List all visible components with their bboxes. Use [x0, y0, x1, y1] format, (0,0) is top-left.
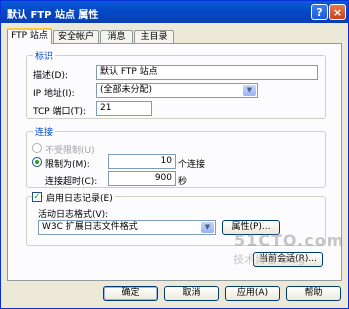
cancel-button[interactable]: 取消 — [164, 286, 219, 301]
tcp-port-label: TCP 端口(T): — [33, 107, 87, 117]
help-icon[interactable]: ? — [311, 4, 328, 20]
description-input[interactable]: 默认 FTP 站点 — [96, 65, 318, 80]
watermark-logo: 51CTO.com — [234, 231, 345, 250]
tab-ftp-site[interactable]: FTP 站点 — [7, 28, 52, 44]
watermark-blog: 技术博客 Blog — [233, 253, 305, 266]
log-format-label: 活动日志格式(V): — [38, 210, 109, 220]
radio-selected-dot — [35, 160, 39, 164]
connection-group-title: 连接 — [33, 125, 56, 138]
unlimited-label: 不受限制(U) — [45, 146, 95, 156]
connection-limit-unit: 个连接 — [178, 160, 206, 170]
ip-address-value: (全部未分配) — [100, 85, 153, 95]
tab-messages[interactable]: 消息 — [100, 30, 133, 43]
help-button[interactable]: 帮助 — [286, 286, 341, 301]
close-icon[interactable]: × — [329, 4, 346, 20]
window-title: 默认 FTP 站点 属性 — [7, 10, 99, 21]
log-format-dropdown[interactable]: W3C 扩展日志文件格式 ▼ — [38, 220, 216, 235]
ok-button[interactable]: 确定 — [103, 286, 158, 301]
chevron-down-icon[interactable]: ▼ — [201, 222, 214, 233]
ip-address-label: IP 地址(I): — [33, 89, 75, 99]
chevron-down-icon[interactable]: ▼ — [243, 85, 256, 96]
timeout-unit: 秒 — [178, 177, 188, 187]
enable-logging-checkbox[interactable]: ✓ — [32, 192, 42, 202]
log-format-value: W3C 扩展日志文件格式 — [42, 222, 138, 232]
tab-security-accounts[interactable]: 安全帐户 — [53, 30, 99, 43]
identity-group-title: 标识 — [33, 49, 56, 62]
ip-address-dropdown[interactable]: (全部未分配) ▼ — [96, 83, 258, 98]
limited-radio[interactable] — [32, 157, 42, 167]
enable-logging-label: 启用日志记录(E) — [44, 191, 115, 204]
tab-home-directory[interactable]: 主目录 — [134, 30, 174, 43]
description-label: 描述(D): — [33, 71, 68, 81]
limited-label: 限制为(M): — [45, 160, 90, 170]
title-bar[interactable]: 默认 FTP 站点 属性 ? × — [1, 1, 348, 23]
timeout-input[interactable]: 900 — [108, 171, 176, 186]
connection-limit-input[interactable]: 10 — [108, 154, 176, 169]
properties-dialog: 默认 FTP 站点 属性 ? × FTP 站点 安全帐户 消息 主目录 标识 描… — [0, 0, 349, 309]
tcp-port-input[interactable]: 21 — [96, 101, 152, 116]
unlimited-radio[interactable] — [32, 143, 42, 153]
timeout-label: 连接超时(C): — [45, 177, 98, 187]
apply-button[interactable]: 应用(A) — [225, 286, 280, 301]
